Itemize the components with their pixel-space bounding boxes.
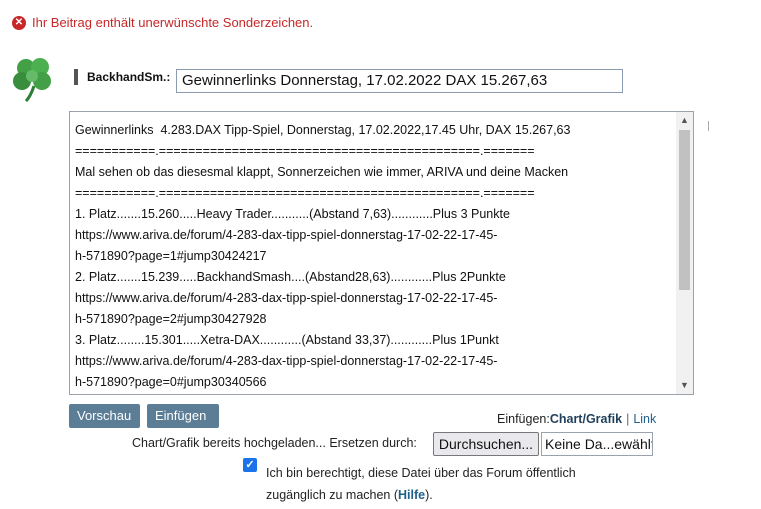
post-title-input[interactable]: Gewinnerlinks Donnerstag, 17.02.2022 DAX…	[176, 69, 623, 93]
editor-line: https://www.ariva.de/forum/4-283-dax-tip…	[75, 354, 498, 368]
error-message-row: ✕ Ihr Beitrag enthält unerwünschte Sonde…	[12, 15, 313, 30]
insert-options: Einfügen:Chart/Grafik | Link	[497, 412, 656, 426]
error-circle-icon: ✕	[12, 15, 26, 30]
editor-line: h-571890?page=1#jump30424217	[75, 249, 267, 263]
editor-line: h-571890?page=0#jump30340566	[75, 375, 267, 389]
file-status: Keine Da...ewählt.	[541, 432, 653, 456]
preview-button[interactable]: Vorschau	[69, 404, 140, 428]
browse-button[interactable]: Durchsuchen...	[433, 432, 539, 456]
clover-icon	[13, 58, 51, 102]
insert-separator: |	[626, 412, 630, 426]
permission-suffix: ).	[425, 488, 433, 502]
author-marker	[74, 69, 78, 85]
scrollbar-thumb[interactable]	[679, 130, 690, 290]
editor-line: 2. Platz.......15.239.....BackhandSmash.…	[75, 270, 506, 284]
editor-line: Mal sehen ob das diesesmal klappt, Sonne…	[75, 165, 569, 179]
editor-line: Gewinnerlinks 4.283.DAX Tipp-Spiel, Donn…	[75, 123, 571, 137]
scroll-down-icon[interactable]: ▼	[676, 377, 693, 394]
scroll-up-icon[interactable]: ▲	[676, 112, 693, 129]
divider	[708, 121, 709, 131]
author-row: BackhandSm.:	[74, 69, 176, 85]
insert-link-option[interactable]: Link	[633, 412, 656, 426]
editor-line: https://www.ariva.de/forum/4-283-dax-tip…	[75, 291, 498, 305]
insert-label: Einfügen:	[497, 412, 550, 426]
editor-line: h-571890?page=2#jump30427928	[75, 312, 267, 326]
permission-text: Ich bin berechtigt, diese Datei über das…	[266, 462, 626, 506]
help-link[interactable]: Hilfe	[398, 488, 425, 502]
insert-button[interactable]: Einfügen	[147, 404, 219, 428]
editor-line: 1. Platz.......15.260.....Heavy Trader..…	[75, 207, 510, 221]
error-message: Ihr Beitrag enthält unerwünschte Sonderz…	[32, 15, 314, 30]
editor-line: 3. Platz........15.301.....Xetra-DAX....…	[75, 333, 499, 347]
upload-label: Chart/Grafik bereits hochgeladen... Erse…	[132, 436, 417, 450]
editor-line: https://www.ariva.de/forum/4-283-dax-tip…	[75, 228, 498, 242]
post-body-text: Gewinnerlinks 4.283.DAX Tipp-Spiel, Donn…	[75, 120, 675, 393]
insert-chart-option[interactable]: Chart/Grafik	[550, 412, 622, 426]
editor-line: ===========.============================…	[75, 186, 535, 200]
permission-checkbox[interactable]: ✓	[243, 458, 257, 472]
author-name: BackhandSm.:	[87, 70, 171, 84]
post-body-textarea[interactable]: Gewinnerlinks 4.283.DAX Tipp-Spiel, Donn…	[69, 111, 694, 395]
scrollbar[interactable]: ▲ ▼	[676, 112, 693, 394]
editor-line: ===========.============================…	[75, 144, 535, 158]
